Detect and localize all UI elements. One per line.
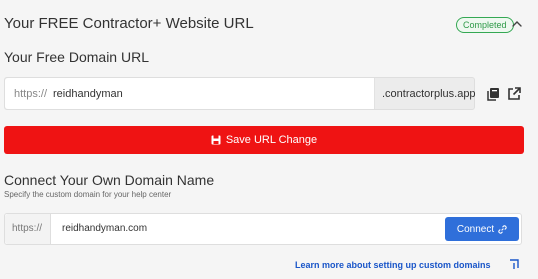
free-url-field-group: https:// reidhandyman .contractorplus.ap… (4, 77, 476, 110)
connect-domain-description: Specify the custom domain for your help … (4, 190, 172, 199)
custom-domain-input[interactable]: reidhandyman.com (62, 223, 147, 234)
chevron-up-icon[interactable] (510, 17, 524, 31)
website-url-panel: Your FREE Contractor+ Website URL Comple… (0, 0, 538, 279)
domain-prefix: https:// (12, 223, 43, 234)
connect-domain-title: Connect Your Own Domain Name (4, 172, 215, 188)
save-url-button[interactable]: Save URL Change (4, 126, 524, 154)
save-icon (211, 135, 221, 145)
learn-more-link[interactable]: Learn more about setting up custom domai… (295, 260, 491, 270)
save-button-label: Save URL Change (225, 134, 318, 146)
url-prefix: https:// (14, 88, 48, 100)
link-icon (498, 224, 507, 234)
connect-button-label: Connect (456, 223, 495, 235)
connect-button[interactable]: Connect (445, 217, 519, 241)
subdomain-value[interactable]: reidhandyman (53, 88, 123, 100)
panel-title: Your FREE Contractor+ Website URL (4, 15, 254, 32)
external-link-icon[interactable] (506, 86, 522, 102)
status-badge: Completed (456, 17, 514, 33)
domain-suffix: .contractorplus.app (382, 88, 476, 100)
domain-prefix-box: https:// (5, 214, 51, 244)
free-domain-title: Your Free Domain URL (4, 49, 149, 65)
subdomain-input[interactable]: https:// reidhandyman (5, 78, 375, 109)
external-link-corner-icon[interactable] (508, 258, 520, 270)
custom-domain-field-group: https:// reidhandyman.com Connect (4, 213, 522, 245)
copy-icon[interactable] (485, 86, 501, 102)
